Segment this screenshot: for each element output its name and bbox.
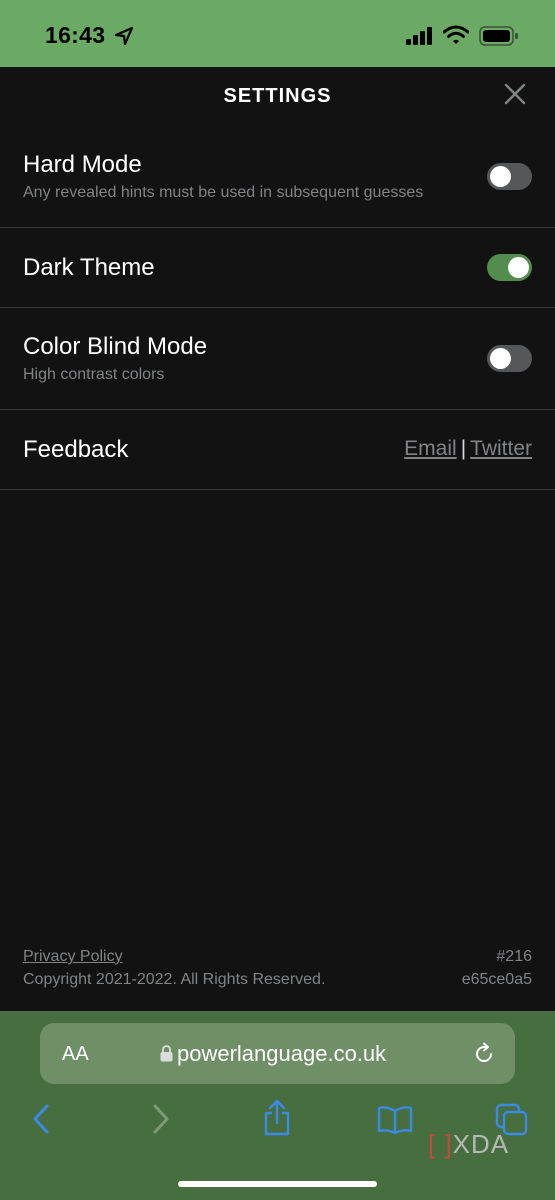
bookmarks-icon[interactable] <box>377 1105 413 1135</box>
status-bar: 16:43 <box>0 0 555 67</box>
browser-toolbar: AA powerlanguage.co.uk [ ]XDA <box>0 1011 555 1200</box>
dark-theme-toggle[interactable] <box>487 254 532 281</box>
home-indicator <box>178 1181 377 1187</box>
color-blind-toggle[interactable] <box>487 345 532 372</box>
hard-mode-toggle[interactable] <box>487 163 532 190</box>
status-time: 16:43 <box>45 22 106 48</box>
text-size-button[interactable]: AA <box>62 1043 89 1066</box>
setting-title: Hard Mode <box>23 151 142 178</box>
email-link[interactable]: Email <box>404 437 457 460</box>
signal-icon <box>406 27 432 45</box>
feedback-title: Feedback <box>23 436 129 463</box>
setting-hard-mode: Hard Mode Any revealed hints must be use… <box>0 127 555 228</box>
url-text: powerlanguage.co.uk <box>177 1041 387 1066</box>
puzzle-number: #216 <box>496 948 532 965</box>
toggle-knob <box>508 257 529 278</box>
build-hash: e65ce0a5 <box>461 971 532 988</box>
xda-watermark: [ ]XDA <box>428 1129 509 1160</box>
forward-icon[interactable] <box>150 1103 172 1135</box>
setting-title: Color Blind Mode <box>23 333 208 360</box>
setting-title: Dark Theme <box>23 254 155 281</box>
setting-description: Any revealed hints must be used in subse… <box>23 184 424 201</box>
setting-description: High contrast colors <box>23 366 165 383</box>
toggle-knob <box>490 166 511 187</box>
close-icon[interactable] <box>502 81 528 107</box>
twitter-link[interactable]: Twitter <box>470 437 532 460</box>
setting-color-blind-mode: Color Blind Mode High contrast colors <box>0 308 555 410</box>
setting-feedback: Feedback Email | Twitter <box>0 410 555 490</box>
toggle-knob <box>490 348 511 369</box>
feedback-links: Email | Twitter <box>404 437 532 461</box>
privacy-policy-link[interactable]: Privacy Policy <box>23 945 325 968</box>
back-icon[interactable] <box>30 1103 52 1135</box>
page-title: SETTINGS <box>223 85 332 107</box>
battery-icon <box>479 26 518 46</box>
location-arrow-icon <box>114 26 134 46</box>
watermark-bracket: [ ] <box>428 1129 453 1159</box>
footer-left: Privacy Policy Copyright 2021-2022. All … <box>23 945 325 991</box>
copyright-text: Copyright 2021-2022. All Rights Reserved… <box>23 971 326 988</box>
watermark-text: XDA <box>452 1129 510 1159</box>
reload-icon[interactable] <box>472 1042 496 1066</box>
setting-dark-theme: Dark Theme <box>0 228 555 308</box>
lock-icon <box>160 1045 173 1062</box>
share-icon[interactable] <box>262 1099 292 1137</box>
address-bar[interactable]: AA powerlanguage.co.uk <box>40 1023 515 1084</box>
link-separator: | <box>460 437 467 460</box>
footer-right: #216 e65ce0a5 <box>462 945 532 991</box>
wifi-icon <box>443 25 469 44</box>
